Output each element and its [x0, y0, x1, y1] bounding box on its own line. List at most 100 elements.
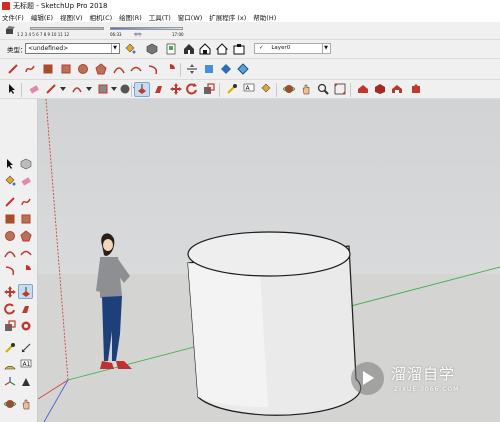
offset-left-icon[interactable] — [20, 320, 32, 332]
toolbar-separator — [21, 83, 22, 97]
time-slider[interactable] — [110, 27, 183, 30]
dropdown-arrow-icon[interactable] — [83, 83, 95, 95]
menu-draw[interactable]: 绘图(R) — [119, 12, 142, 22]
rotate-icon[interactable] — [186, 83, 198, 95]
push-pull-left-icon[interactable] — [20, 286, 32, 298]
push-pull-icon[interactable] — [136, 83, 148, 95]
freehand-tool-icon[interactable] — [20, 196, 32, 208]
rotated-rectangle-tool-icon[interactable] — [20, 213, 32, 225]
line-icon[interactable] — [45, 83, 57, 95]
layer-dropdown[interactable]: ✓ Layer0 ▼ — [254, 43, 331, 54]
follow-me-left-icon[interactable] — [20, 303, 32, 315]
circle-tool-icon[interactable] — [4, 230, 16, 242]
two-point-arc-left-icon[interactable] — [20, 247, 32, 259]
paint-icon[interactable] — [260, 83, 272, 95]
menu-tools[interactable]: 工具(T) — [149, 12, 171, 22]
three-point-arc-icon[interactable] — [147, 63, 159, 75]
scale-icon[interactable] — [203, 83, 215, 95]
polygon-tool-icon[interactable] — [20, 230, 32, 242]
menu-file[interactable]: 文件(F) — [2, 12, 24, 22]
menu-camera[interactable]: 相机(C) — [90, 12, 113, 22]
three-point-arc-left-icon[interactable] — [4, 264, 16, 276]
shadows-toggle-icon[interactable] — [5, 26, 15, 35]
dimension-left-icon[interactable] — [20, 342, 32, 354]
cylinder-model[interactable] — [187, 231, 362, 416]
paint-bucket-tool-icon[interactable] — [4, 175, 16, 187]
menu-extensions[interactable]: 扩展程序 (x) — [209, 12, 246, 22]
warehouse-icon[interactable] — [183, 43, 195, 55]
rectangle-tool-icon[interactable] — [4, 213, 16, 225]
components-red-icon[interactable] — [374, 83, 386, 95]
scale-figure-person — [96, 233, 132, 369]
menu-help[interactable]: 帮助(H) — [253, 12, 276, 22]
model-info-icon[interactable] — [165, 43, 177, 55]
display-section-planes-icon[interactable] — [203, 63, 215, 75]
rectangle-icon[interactable] — [42, 63, 54, 75]
time-start: 06:33 — [110, 32, 122, 37]
layer-dropdown-value: Layer0 — [271, 45, 291, 51]
tape-measure-left-icon[interactable] — [4, 342, 16, 354]
text-left-icon[interactable]: A1 — [20, 359, 32, 371]
zoom-extents-icon[interactable] — [334, 83, 346, 95]
text-tool-icon[interactable]: A — [243, 83, 255, 95]
protractor-left-icon[interactable] — [4, 359, 16, 371]
extension-red-icon[interactable] — [410, 83, 422, 95]
drawing-toolbar — [0, 59, 500, 80]
pie-icon[interactable] — [164, 63, 176, 75]
svg-text:A1: A1 — [23, 361, 31, 368]
eraser-icon[interactable] — [28, 83, 40, 95]
title-bar: 无标题 - SketchUp Pro 2018 — [0, 0, 500, 11]
menu-view[interactable]: 视图(V) — [60, 12, 83, 22]
arc-icon[interactable] — [113, 63, 125, 75]
time-noon: 中午 — [134, 32, 142, 37]
zoom-icon[interactable] — [317, 83, 329, 95]
pie-left-icon[interactable] — [20, 264, 32, 276]
rotate-left-icon[interactable] — [4, 303, 16, 315]
component-tool-icon[interactable] — [20, 158, 32, 170]
watermark-title: 溜溜自学 — [391, 365, 456, 383]
display-section-cuts-icon[interactable] — [220, 63, 232, 75]
axes-left-icon[interactable] — [4, 376, 16, 388]
menu-window[interactable]: 窗口(W) — [178, 12, 203, 22]
eraser-tool-icon[interactable] — [20, 175, 32, 187]
line-tool-icon[interactable] — [4, 196, 16, 208]
menu-edit[interactable]: 编辑(E) — [31, 12, 53, 22]
circle-icon[interactable] — [77, 63, 89, 75]
pan-left-icon[interactable] — [20, 398, 32, 410]
share-model-icon[interactable] — [216, 43, 228, 55]
orbit-icon[interactable] — [283, 83, 295, 95]
chevron-down-icon: ▼ — [322, 44, 329, 53]
section-fill-icon[interactable] — [237, 63, 249, 75]
month-slider[interactable] — [30, 27, 104, 30]
tape-measure-icon[interactable] — [226, 83, 238, 95]
style-dropdown[interactable]: <undefined> ▼ — [25, 43, 120, 54]
share-red-icon[interactable] — [391, 83, 403, 95]
pencil-icon[interactable] — [7, 63, 19, 75]
paint-bucket-icon[interactable] — [124, 43, 136, 55]
arc-left-icon[interactable] — [4, 247, 16, 259]
toolbar-separator — [350, 83, 351, 97]
3d-text-left-icon[interactable] — [20, 376, 32, 388]
scale-left-icon[interactable] — [4, 320, 16, 332]
rotated-rectangle-icon[interactable] — [60, 63, 72, 75]
components-icon[interactable] — [146, 43, 158, 55]
two-point-arc-icon[interactable] — [130, 63, 142, 75]
get-models-icon[interactable] — [199, 43, 211, 55]
red-axis-dashed — [45, 99, 69, 381]
dropdown-arrow-icon[interactable] — [57, 83, 69, 95]
toolbar-separator — [276, 83, 277, 97]
orbit-left-icon[interactable] — [4, 398, 16, 410]
freehand-icon[interactable] — [24, 63, 36, 75]
pan-icon[interactable] — [300, 83, 312, 95]
section-plane-icon[interactable] — [186, 63, 198, 75]
warehouse-red-icon[interactable] — [357, 83, 369, 95]
move-tool-icon[interactable] — [4, 286, 16, 298]
follow-me-icon[interactable] — [153, 83, 165, 95]
polygon-icon[interactable] — [95, 63, 107, 75]
arc-tool-icon[interactable] — [71, 83, 83, 95]
style-dropdown-value: <undefined> — [28, 45, 69, 52]
select-arrow-icon[interactable] — [6, 83, 18, 95]
move-icon[interactable] — [170, 83, 182, 95]
select-tool-icon[interactable] — [4, 158, 16, 170]
extension-warehouse-icon[interactable] — [233, 43, 245, 55]
